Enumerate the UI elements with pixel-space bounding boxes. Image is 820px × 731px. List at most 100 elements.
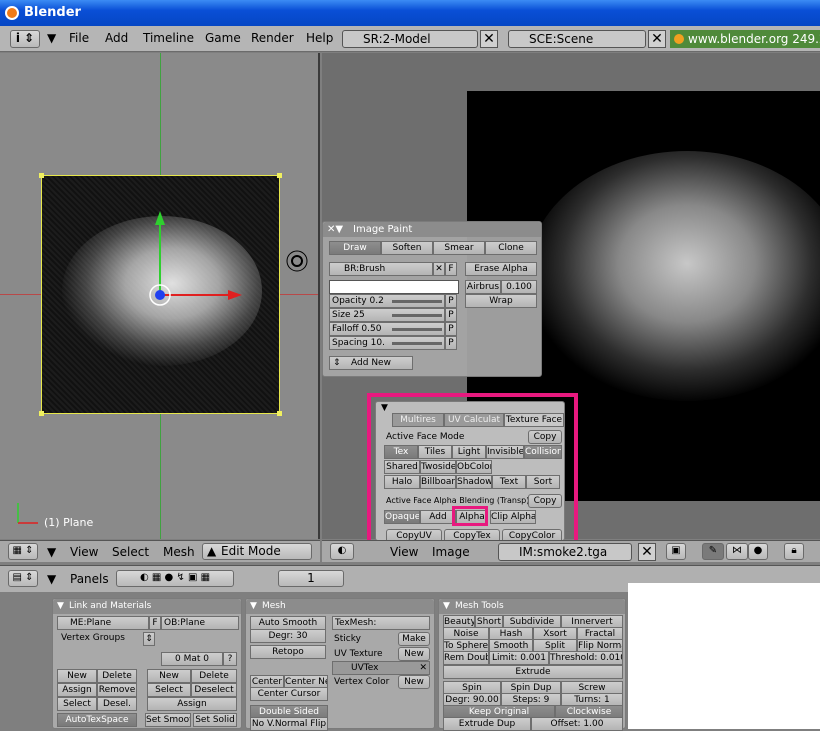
limit-field[interactable]: Limit: 0.001 (489, 651, 549, 665)
brush-selector[interactable]: BR:Brush (329, 262, 433, 276)
mode-tiles[interactable]: Tiles (418, 445, 452, 459)
collapse-menu-icon[interactable]: ▼ (47, 31, 56, 45)
material-select[interactable]: Select (147, 683, 191, 697)
collapse-icon[interactable]: ▼ (250, 599, 257, 614)
sticky-make-button[interactable]: Make (398, 632, 430, 646)
material-delete[interactable]: Delete (191, 669, 237, 683)
copy-blend-button[interactable]: Copy (528, 494, 562, 508)
airbrush-toggle[interactable]: Airbrus (465, 280, 501, 294)
vertex-group-menu[interactable]: ⇕ (143, 632, 155, 646)
image-close-button[interactable]: ✕ (638, 543, 656, 561)
layer-close-icon[interactable]: ✕ (419, 662, 427, 674)
uv-texture-new-button[interactable]: New (398, 647, 430, 661)
image-menu-image[interactable]: Image (432, 545, 470, 559)
buttons-editor-type[interactable]: ▤ ⇕ (8, 570, 38, 587)
vgroup-assign[interactable]: Assign (57, 683, 97, 697)
tool-smear[interactable]: Smear (433, 241, 485, 255)
tab-multires[interactable]: Multires (392, 413, 444, 427)
auto-smooth-toggle[interactable]: Auto Smooth (250, 616, 326, 630)
mode-halo[interactable]: Halo (384, 475, 420, 489)
mode-invisible[interactable]: Invisible (486, 445, 524, 459)
vertex-tr[interactable] (277, 173, 282, 178)
collapse-icon[interactable]: ▼ (47, 545, 56, 559)
menu-file[interactable]: File (69, 31, 89, 45)
copy-mode-button[interactable]: Copy (528, 430, 562, 444)
editor-type-button[interactable]: ▦ ⇕ (8, 543, 38, 560)
mode-sort[interactable]: Sort (526, 475, 560, 489)
add-new-brush-button[interactable]: ⇕ Add New (329, 356, 413, 370)
uv-select-icon[interactable]: ⋈ (726, 543, 748, 560)
mode-collision[interactable]: Collision (524, 445, 562, 459)
mode-tex[interactable]: Tex (384, 445, 418, 459)
mode-billboard[interactable]: Billboar (420, 475, 456, 489)
vertex-bl[interactable] (39, 411, 44, 416)
vgroup-remove[interactable]: Remove (97, 683, 137, 697)
extrude-button[interactable]: Extrude (443, 665, 623, 679)
mode-shadow[interactable]: Shadow (456, 475, 492, 489)
spacing-slider[interactable]: Spacing 10. (329, 336, 445, 350)
vertex-tl[interactable] (39, 173, 44, 178)
material-help[interactable]: ? (223, 652, 237, 666)
set-solid-button[interactable]: Set Solid (193, 713, 237, 727)
context-icons[interactable]: ◐ ▦ ● ↯ ▣ ▦ (116, 570, 234, 587)
menu-add[interactable]: Add (105, 31, 128, 45)
material-new[interactable]: New (147, 669, 191, 683)
object-name-field[interactable]: OB:Plane (161, 616, 239, 630)
mesh-fake-user[interactable]: F (149, 616, 161, 630)
rem-doubles-button[interactable]: Rem Doubl (443, 651, 489, 665)
menu-timeline[interactable]: Timeline (143, 31, 194, 45)
uvtex-layer[interactable]: UVTex ✕ (332, 661, 430, 675)
screen-close-button[interactable]: ✕ (480, 30, 498, 48)
vgroup-deselect[interactable]: Desel. (97, 697, 137, 711)
menu-render[interactable]: Render (251, 31, 294, 45)
mode-shared[interactable]: Shared (384, 460, 420, 474)
falloff-slider[interactable]: Falloff 0.50 (329, 322, 445, 336)
3d-viewport[interactable]: (1) Plane (0, 53, 320, 539)
airbrush-value[interactable]: 0.100 (501, 280, 537, 294)
transform-manipulator[interactable] (130, 203, 250, 313)
set-smooth-button[interactable]: Set Smoot (145, 713, 191, 727)
image-editor-type[interactable]: ◐ (330, 543, 354, 560)
menu-game[interactable]: Game (205, 31, 241, 45)
buttons-collapse-icon[interactable]: ▼ (47, 572, 56, 586)
opacity-pressure[interactable]: P (445, 294, 457, 308)
screen-selector[interactable]: SR:2-Model (342, 30, 478, 48)
paint-mode-icon[interactable]: ✎ (702, 543, 724, 560)
panel-collapse-icon[interactable]: ▼ (381, 403, 388, 413)
mode-text[interactable]: Text (492, 475, 526, 489)
threshold-field[interactable]: Threshold: 0.010 (549, 651, 623, 665)
degree-field[interactable]: Degr: 30 (250, 629, 326, 643)
dot-icon[interactable]: ● (748, 543, 768, 560)
wrap-toggle[interactable]: Wrap (465, 294, 537, 308)
blend-clip-alpha[interactable]: Clip Alpha (490, 510, 536, 524)
mode-light[interactable]: Light (452, 445, 486, 459)
menu-mesh[interactable]: Mesh (163, 545, 195, 559)
collapse-icon[interactable]: ▼ (443, 599, 450, 614)
lock-icon[interactable]: 🔒︎ (784, 543, 804, 560)
center-cursor-button[interactable]: Center Cursor (250, 687, 328, 701)
vgroup-delete[interactable]: Delete (97, 669, 137, 683)
image-name-field[interactable]: IM:smoke2.tga (498, 543, 632, 561)
blend-add[interactable]: Add (420, 510, 456, 524)
tool-clone[interactable]: Clone (485, 241, 537, 255)
size-slider[interactable]: Size 25 (329, 308, 445, 322)
material-deselect[interactable]: Deselect (191, 683, 237, 697)
image-menu-view[interactable]: View (390, 545, 418, 559)
scene-selector[interactable]: SCE:Scene (508, 30, 646, 48)
autotexspace-toggle[interactable]: AutoTexSpace (57, 713, 137, 727)
tool-draw[interactable]: Draw (329, 241, 381, 255)
info-editor-button[interactable]: i ⇕ (10, 30, 40, 48)
erase-alpha-select[interactable]: Erase Alpha (465, 262, 537, 276)
image-pin-icon[interactable]: ▣ (666, 543, 686, 560)
panel-close-icon[interactable]: ✕▼ (327, 222, 343, 237)
texmesh-field[interactable]: TexMesh: (332, 616, 430, 630)
mode-obcolor[interactable]: ObColor (456, 460, 492, 474)
tab-texture-face[interactable]: Texture Face (504, 413, 564, 427)
material-index[interactable]: 0 Mat 0 (161, 652, 223, 666)
brush-color-swatch[interactable] (329, 280, 459, 294)
menu-help[interactable]: Help (306, 31, 333, 45)
panels-menu[interactable]: Panels (70, 572, 109, 586)
size-pressure[interactable]: P (445, 308, 457, 322)
vertex-br[interactable] (277, 411, 282, 416)
opacity-slider[interactable]: Opacity 0.2 (329, 294, 445, 308)
